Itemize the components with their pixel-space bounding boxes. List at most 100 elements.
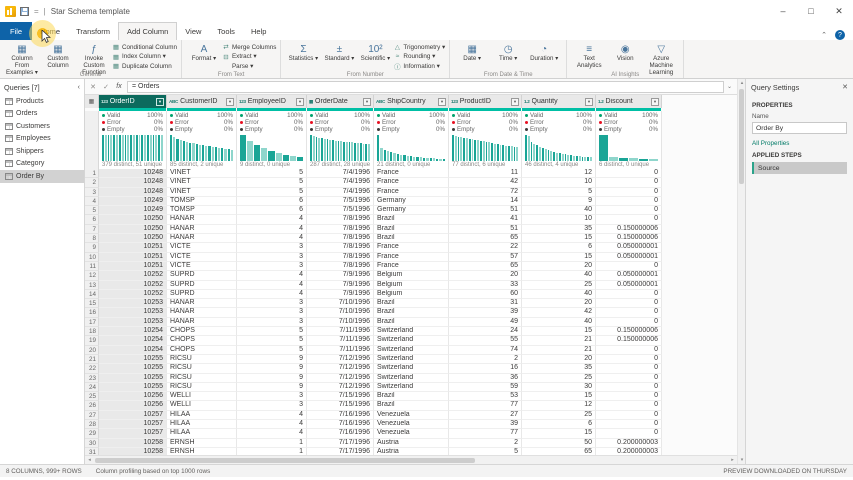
cell-quantity[interactable]: 15 [522,253,596,262]
cell-productid[interactable]: 41 [449,215,522,224]
cell-orderid[interactable]: 10251 [99,243,167,252]
cell-employeeid[interactable]: 4 [237,290,307,299]
maximize-button[interactable]: □ [797,0,825,22]
cell-orderdate[interactable]: 7/11/1996 [307,346,374,355]
cell-customerid[interactable]: HANAR [167,225,237,234]
vertical-scroll-thumb[interactable] [739,89,744,184]
profiling-status[interactable]: Column profiling based on top 1000 rows [96,468,210,475]
rounding-button[interactable]: ≈Rounding ▾ [393,53,445,62]
row-number[interactable]: 15 [85,299,99,308]
tab-add-column[interactable]: Add Column [118,22,177,40]
cell-discount[interactable]: 0.050000001 [596,253,662,262]
cell-productid[interactable]: 59 [449,383,522,392]
cell-orderid[interactable]: 10251 [99,253,167,262]
cell-orderdate[interactable]: 7/10/1996 [307,318,374,327]
column-header-employeeid[interactable]: 123EmployeeID▾ [237,95,307,108]
cell-orderdate[interactable]: 7/16/1996 [307,411,374,420]
cell-quantity[interactable]: 65 [522,448,596,455]
cell-orderid[interactable]: 10254 [99,327,167,336]
cell-productid[interactable]: 2 [449,439,522,448]
filter-icon[interactable]: ▾ [651,98,659,106]
cell-discount[interactable]: 0 [596,318,662,327]
query-item-customers[interactable]: Customers [0,120,84,133]
column-header-shipcountry[interactable]: ABCShipCountry▾ [374,95,449,108]
row-number[interactable]: 16 [85,308,99,317]
tab-transform[interactable]: Transform [68,22,118,40]
cell-orderdate[interactable]: 7/9/1996 [307,271,374,280]
cell-discount[interactable]: 0 [596,429,662,438]
cell-employeeid[interactable]: 3 [237,243,307,252]
filter-icon[interactable]: ▾ [438,98,446,106]
cell-customerid[interactable]: VICTE [167,253,237,262]
cell-shipcountry[interactable]: Switzerland [374,364,449,373]
cell-orderid[interactable]: 10258 [99,448,167,455]
cell-discount[interactable]: 0 [596,299,662,308]
cell-productid[interactable]: 20 [449,271,522,280]
column-header-quantity[interactable]: 1.2Quantity▾ [522,95,596,108]
cell-quantity[interactable]: 42 [522,308,596,317]
cell-orderdate[interactable]: 7/8/1996 [307,215,374,224]
cell-productid[interactable]: 5 [449,448,522,455]
cell-orderid[interactable]: 10250 [99,225,167,234]
cell-orderdate[interactable]: 7/9/1996 [307,281,374,290]
cell-customerid[interactable]: RICSU [167,364,237,373]
column-header-customerid[interactable]: ABCCustomerID▾ [167,95,237,108]
cell-discount[interactable]: 0 [596,355,662,364]
cell-discount[interactable]: 0.050000001 [596,243,662,252]
row-number[interactable]: 18 [85,327,99,336]
scroll-up-icon[interactable]: ▴ [738,79,746,87]
cell-productid[interactable]: 42 [449,178,522,187]
cell-productid[interactable]: 51 [449,225,522,234]
cell-discount[interactable]: 0 [596,401,662,410]
collapse-queries-icon[interactable]: ‹ [78,84,80,91]
cell-productid[interactable]: 14 [449,197,522,206]
row-number[interactable]: 14 [85,290,99,299]
cell-shipcountry[interactable]: Venezuela [374,420,449,429]
cell-productid[interactable]: 65 [449,234,522,243]
row-number[interactable]: 23 [85,374,99,383]
cell-discount[interactable]: 0 [596,169,662,178]
cell-shipcountry[interactable]: Belgium [374,271,449,280]
cell-orderdate[interactable]: 7/15/1996 [307,392,374,401]
cell-discount[interactable]: 0.150000006 [596,327,662,336]
cell-discount[interactable]: 0 [596,411,662,420]
cell-orderdate[interactable]: 7/11/1996 [307,336,374,345]
row-number[interactable]: 3 [85,188,99,197]
cell-discount[interactable]: 0.050000001 [596,281,662,290]
cell-customerid[interactable]: HILAA [167,420,237,429]
query-name-input[interactable]: Order By [752,122,847,134]
cell-employeeid[interactable]: 6 [237,197,307,206]
tab-help[interactable]: Help [243,22,274,40]
cell-shipcountry[interactable]: Brazil [374,215,449,224]
cell-quantity[interactable]: 40 [522,206,596,215]
expand-formula-icon[interactable]: ⌄ [727,83,734,90]
cell-productid[interactable]: 27 [449,411,522,420]
cell-customerid[interactable]: VICTE [167,243,237,252]
cell-shipcountry[interactable]: Brazil [374,392,449,401]
cell-discount[interactable]: 0 [596,178,662,187]
all-properties-link[interactable]: All Properties [752,140,847,147]
cell-customerid[interactable]: CHOPS [167,327,237,336]
cell-customerid[interactable]: HANAR [167,299,237,308]
cell-discount[interactable]: 0 [596,308,662,317]
row-number[interactable]: 5 [85,206,99,215]
cell-orderid[interactable]: 10252 [99,290,167,299]
cell-orderid[interactable]: 10248 [99,188,167,197]
column-header-orderdate[interactable]: ▦OrderDate▾ [307,95,374,108]
cell-shipcountry[interactable]: Venezuela [374,429,449,438]
row-number[interactable]: 17 [85,318,99,327]
cell-discount[interactable]: 0.050000001 [596,271,662,280]
close-query-settings-icon[interactable]: ✕ [842,83,848,91]
cell-quantity[interactable]: 12 [522,169,596,178]
cell-shipcountry[interactable]: France [374,188,449,197]
cell-employeeid[interactable]: 1 [237,439,307,448]
cell-employeeid[interactable]: 4 [237,215,307,224]
row-number[interactable]: 24 [85,383,99,392]
cell-employeeid[interactable]: 3 [237,262,307,271]
date-button[interactable]: ▦Date ▾ [454,42,490,63]
row-number[interactable]: 10 [85,253,99,262]
cell-productid[interactable]: 74 [449,346,522,355]
cell-employeeid[interactable]: 5 [237,178,307,187]
format-button[interactable]: AFormat ▾ [186,42,222,63]
cell-orderdate[interactable]: 7/5/1996 [307,197,374,206]
